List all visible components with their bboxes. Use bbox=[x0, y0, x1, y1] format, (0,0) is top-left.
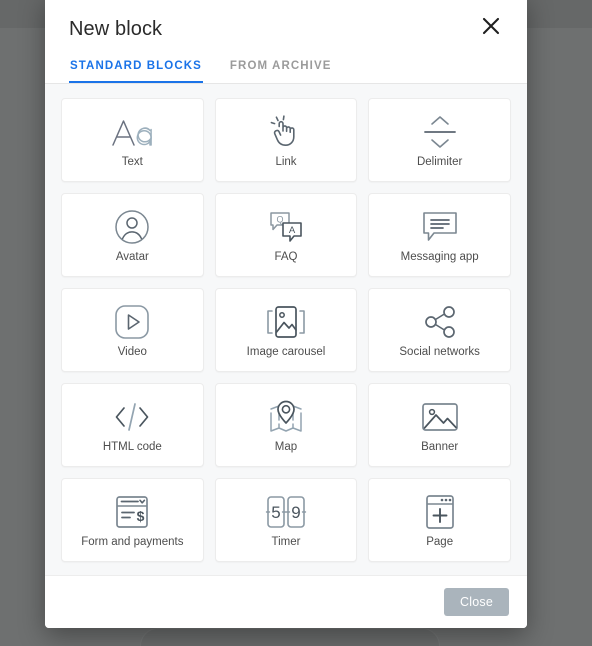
new-block-dialog: New block STANDARD BLOCKS FROM ARCHIVE T… bbox=[45, 0, 527, 628]
block-grid: Text Link Delimiter Avatar Q A FAQ Messa… bbox=[61, 98, 511, 562]
block-card-map[interactable]: Map bbox=[214, 383, 358, 467]
form-dollar-icon: $ bbox=[113, 491, 151, 533]
block-card-banner[interactable]: Banner bbox=[368, 383, 511, 467]
block-card-page[interactable]: Page bbox=[368, 478, 511, 562]
share-nodes-icon bbox=[422, 301, 458, 343]
dialog-footer: Close bbox=[45, 575, 527, 628]
block-card-image-carousel[interactable]: Image carousel bbox=[214, 288, 358, 372]
map-pin-icon bbox=[266, 396, 306, 438]
pointer-hand-icon bbox=[267, 111, 305, 153]
block-label: Video bbox=[117, 346, 147, 358]
svg-text:$: $ bbox=[137, 508, 145, 524]
block-label: Messaging app bbox=[400, 251, 479, 263]
block-label: FAQ bbox=[274, 251, 298, 263]
page-plus-icon bbox=[423, 491, 457, 533]
block-card-faq[interactable]: Q A FAQ bbox=[214, 193, 358, 277]
block-label: Form and payments bbox=[81, 536, 184, 548]
block-label: Page bbox=[426, 536, 454, 548]
picture-icon bbox=[420, 396, 460, 438]
faq-bubbles-icon: Q A bbox=[268, 206, 304, 248]
dialog-tabs: STANDARD BLOCKS FROM ARCHIVE bbox=[45, 60, 527, 84]
svg-text:5: 5 bbox=[271, 503, 280, 522]
block-card-video[interactable]: Video bbox=[61, 288, 204, 372]
svg-text:A: A bbox=[289, 225, 296, 236]
block-label: Social networks bbox=[399, 346, 480, 358]
block-card-text[interactable]: Text bbox=[61, 98, 204, 182]
svg-text:9: 9 bbox=[291, 503, 300, 522]
page-title: New block bbox=[69, 18, 163, 40]
delimiter-icon bbox=[420, 111, 460, 153]
block-card-html-code[interactable]: HTML code bbox=[61, 383, 204, 467]
block-label: Map bbox=[274, 441, 298, 453]
block-card-link[interactable]: Link bbox=[214, 98, 358, 182]
block-card-avatar[interactable]: Avatar bbox=[61, 193, 204, 277]
backdrop-rounded-shape bbox=[140, 628, 440, 646]
play-button-icon bbox=[114, 301, 150, 343]
block-card-social-networks[interactable]: Social networks bbox=[368, 288, 511, 372]
message-bubble-icon bbox=[421, 206, 459, 248]
block-card-messaging-app[interactable]: Messaging app bbox=[368, 193, 511, 277]
dialog-header: New block bbox=[45, 0, 527, 42]
block-label: Text bbox=[121, 156, 143, 168]
block-label: Banner bbox=[421, 441, 459, 453]
block-card-form-and-payments[interactable]: $ Form and payments bbox=[61, 478, 204, 562]
block-gallery: Text Link Delimiter Avatar Q A FAQ Messa… bbox=[45, 84, 527, 575]
close-icon[interactable] bbox=[477, 12, 505, 40]
block-label: Link bbox=[275, 156, 297, 168]
code-brackets-icon bbox=[110, 396, 154, 438]
block-card-timer[interactable]: 5 9 Timer bbox=[214, 478, 358, 562]
block-label: Avatar bbox=[115, 251, 149, 263]
block-label: Timer bbox=[271, 536, 301, 548]
block-label: Delimiter bbox=[416, 156, 463, 168]
block-label: Image carousel bbox=[246, 346, 326, 358]
close-button[interactable]: Close bbox=[444, 588, 509, 616]
text-aa-icon bbox=[109, 111, 155, 153]
block-card-delimiter[interactable]: Delimiter bbox=[368, 98, 511, 182]
block-label: HTML code bbox=[102, 441, 162, 453]
avatar-icon bbox=[114, 206, 150, 248]
tab-standard-blocks[interactable]: STANDARD BLOCKS bbox=[69, 60, 203, 83]
tab-from-archive[interactable]: FROM ARCHIVE bbox=[229, 60, 333, 83]
image-carousel-icon bbox=[265, 301, 307, 343]
flip-clock-icon: 5 9 bbox=[265, 491, 307, 533]
